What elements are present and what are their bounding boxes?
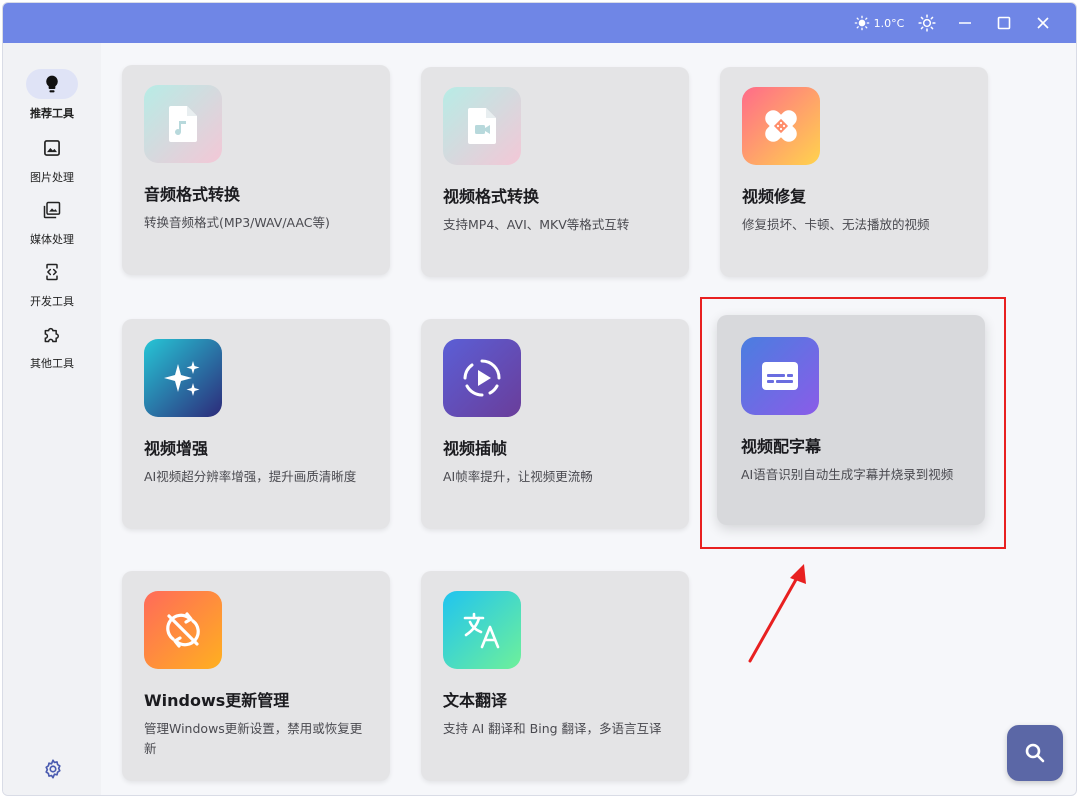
sidebar-item-recommended[interactable]: 推荐工具 (3, 69, 101, 127)
minimize-icon (959, 22, 971, 24)
sidebar-item-label: 开发工具 (30, 295, 74, 308)
sidebar: 推荐工具 图片处理 媒体处理 开发工具 其他工具 (3, 43, 101, 795)
card-icon-bg (443, 339, 521, 417)
card-title: 视频插帧 (443, 439, 508, 458)
tool-card-audio-convert[interactable]: 音频格式转换 转换音频格式(MP3/WAV/AAC等) (122, 65, 390, 275)
card-icon-bg (742, 87, 820, 165)
tool-card-frame-interp[interactable]: 视频插帧 AI帧率提升，让视频更流畅 (421, 319, 689, 529)
card-description: 管理Windows更新设置，禁用或恢复更新 (144, 721, 363, 756)
play-circle-icon (463, 359, 501, 397)
gallery-icon (43, 201, 61, 219)
highlight-box (700, 297, 1006, 549)
lightbulb-icon (46, 75, 58, 93)
sidebar-item-image[interactable]: 图片处理 (3, 133, 101, 191)
card-title: Windows更新管理 (144, 691, 290, 710)
search-icon (1025, 743, 1045, 763)
sidebar-item-media[interactable]: 媒体处理 (3, 195, 101, 253)
tool-card-translate[interactable]: 文本翻译 支持 AI 翻译和 Bing 翻译，多语言互译 (421, 571, 689, 781)
card-title: 视频增强 (144, 439, 209, 458)
translate-icon (463, 612, 500, 649)
minimize-button[interactable] (951, 3, 979, 43)
close-button[interactable] (1029, 3, 1057, 43)
weather-widget[interactable]: 1.0°C (849, 3, 909, 43)
sidebar-item-label: 媒体处理 (30, 233, 74, 246)
nav-icon-container (26, 195, 78, 225)
settings-button[interactable] (41, 757, 65, 781)
card-description: 转换音频格式(MP3/WAV/AAC等) (144, 215, 330, 230)
theme-toggle-button[interactable] (913, 3, 941, 43)
title-bar: 1.0°C (3, 3, 1076, 43)
sun-icon (854, 15, 869, 31)
annotation-arrow-icon (748, 564, 806, 663)
nav-icon-container (26, 133, 78, 163)
sparkle-icon (164, 361, 200, 396)
card-description: AI帧率提升，让视频更流畅 (443, 469, 593, 484)
card-description: 支持 AI 翻译和 Bing 翻译，多语言互译 (443, 721, 662, 736)
video-file-icon (468, 108, 496, 144)
gear-icon (45, 759, 61, 779)
card-icon-bg (144, 591, 222, 669)
sidebar-item-label: 推荐工具 (30, 107, 74, 120)
tool-card-video-repair[interactable]: 视频修复 修复损坏、卡顿、无法播放的视频 (720, 67, 988, 277)
brightness-icon (918, 14, 936, 32)
card-icon-bg (443, 87, 521, 165)
nav-icon-container (26, 69, 78, 99)
puzzle-icon (44, 327, 59, 343)
audio-file-icon (169, 106, 197, 142)
image-icon (44, 140, 60, 156)
maximize-button[interactable] (990, 3, 1018, 43)
sidebar-item-other[interactable]: 其他工具 (3, 319, 101, 377)
search-button[interactable] (1007, 725, 1063, 781)
tool-card-video-convert[interactable]: 视频格式转换 支持MP4、AVI、MKV等格式互转 (421, 67, 689, 277)
weather-temperature: 1.0°C (873, 16, 905, 30)
card-icon-bg (144, 339, 222, 417)
sidebar-item-dev[interactable]: 开发工具 (3, 257, 101, 315)
nav-icon-container (26, 319, 78, 349)
code-file-icon (46, 263, 58, 281)
bandage-icon (765, 110, 797, 142)
card-description: AI视频超分辨率增强，提升画质清晰度 (144, 469, 357, 484)
close-icon (1037, 17, 1049, 29)
sync-disabled-icon (166, 612, 200, 648)
card-icon-bg (144, 85, 222, 163)
card-icon-bg (443, 591, 521, 669)
sidebar-item-label: 图片处理 (30, 171, 74, 184)
sidebar-item-label: 其他工具 (30, 357, 74, 370)
maximize-icon (997, 16, 1011, 30)
nav-icon-container (26, 257, 78, 287)
tool-card-windows-update[interactable]: Windows更新管理 管理Windows更新设置，禁用或恢复更新 (122, 571, 390, 781)
card-title: 视频修复 (742, 187, 807, 206)
card-description: 修复损坏、卡顿、无法播放的视频 (742, 217, 930, 232)
tool-card-video-enhance[interactable]: 视频增强 AI视频超分辨率增强，提升画质清晰度 (122, 319, 390, 529)
card-title: 文本翻译 (443, 691, 508, 710)
card-description: 支持MP4、AVI、MKV等格式互转 (443, 217, 630, 232)
card-title: 视频格式转换 (443, 187, 540, 206)
card-title: 音频格式转换 (144, 185, 241, 204)
